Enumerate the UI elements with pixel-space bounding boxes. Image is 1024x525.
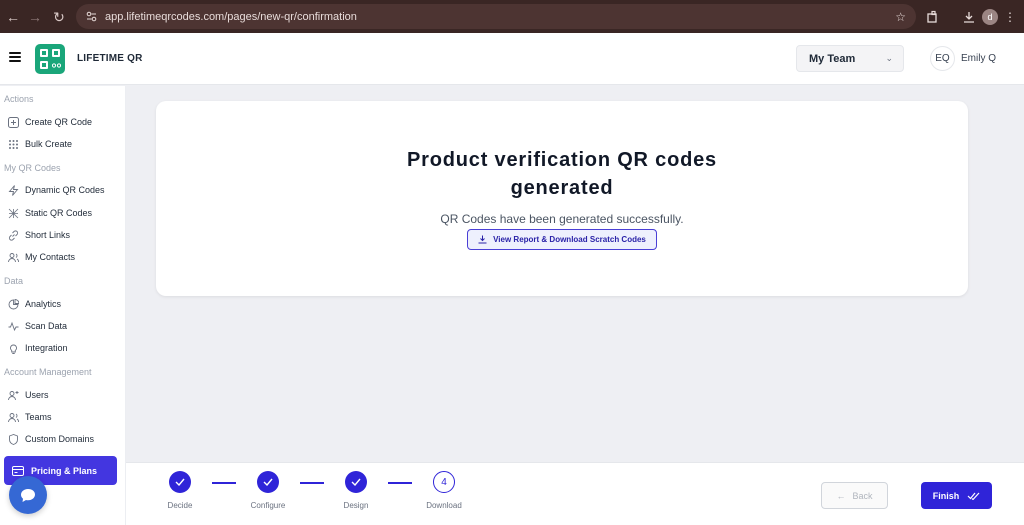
- wizard-footer: Decide Configure Design 4 Download ← Bac…: [126, 462, 1024, 525]
- sidebar-item-label: Static QR Codes: [25, 208, 93, 218]
- sidebar-item-scan-data[interactable]: Scan Data: [8, 318, 67, 334]
- browser-profile-avatar[interactable]: d: [982, 8, 998, 25]
- page-title: Product verification QR codes generated: [156, 146, 968, 202]
- step-label: Configure: [250, 501, 286, 510]
- brand-name: LIFETIME QR: [77, 53, 143, 64]
- sidebar-item-label: Short Links: [25, 230, 71, 240]
- star-icon[interactable]: ☆: [895, 10, 906, 24]
- finish-button-label: Finish: [932, 490, 960, 501]
- back-button[interactable]: ← Back: [821, 482, 888, 509]
- step-label: Design: [343, 501, 369, 510]
- forward-arrow-icon[interactable]: →: [22, 4, 48, 30]
- sidebar-item-short-links[interactable]: Short Links: [8, 227, 70, 243]
- step-label: Decide: [167, 501, 193, 510]
- address-bar[interactable]: app.lifetimeqrcodes.com/pages/new-qr/con…: [76, 4, 916, 29]
- sidebar-item-teams[interactable]: Teams: [8, 409, 52, 425]
- activity-icon: [8, 321, 19, 332]
- sidebar-item-label: Create QR Code: [25, 117, 93, 127]
- reload-icon[interactable]: ↻: [46, 4, 72, 30]
- contacts-icon: [8, 252, 19, 263]
- plus-square-icon: [8, 116, 19, 128]
- grid-dots-icon: [8, 139, 19, 150]
- users-icon: [8, 412, 19, 423]
- confirmation-card: Product verification QR codes generated …: [156, 101, 968, 296]
- chevron-down-icon: ⌄: [885, 53, 893, 63]
- user-plus-icon: [8, 390, 19, 401]
- shield-icon: [8, 433, 19, 445]
- step-decide[interactable]: Decide: [150, 471, 210, 510]
- credit-card-icon: [12, 465, 24, 476]
- team-select[interactable]: My Team ⌄: [796, 45, 904, 72]
- sidebar-item-bulk-create[interactable]: Bulk Create: [8, 136, 72, 152]
- browser-menu-icon[interactable]: ⋮: [1004, 10, 1016, 24]
- success-message: QR Codes have been generated successfull…: [440, 212, 684, 226]
- sidebar-item-static-qr-codes[interactable]: Static QR Codes: [8, 205, 92, 221]
- step-connector: [300, 482, 324, 484]
- app-header: LIFETIME QR My Team ⌄ EQ Emily Q: [0, 33, 1024, 85]
- sidebar-item-label: Dynamic QR Codes: [25, 185, 105, 195]
- site-settings-icon[interactable]: [86, 11, 97, 22]
- sidebar-item-label: Scan Data: [25, 321, 68, 331]
- extensions-icon[interactable]: [926, 10, 940, 24]
- step-configure[interactable]: Configure: [238, 471, 298, 510]
- chat-button[interactable]: [9, 476, 47, 514]
- sidebar-section-actions: Actions: [4, 94, 34, 104]
- sidebar-item-label: Bulk Create: [25, 139, 73, 149]
- sidebar-section-account-management: Account Management: [4, 367, 92, 377]
- step-complete-check-icon: [345, 471, 367, 493]
- sidebar-item-my-contacts[interactable]: My Contacts: [8, 249, 75, 265]
- sidebar-item-custom-domains[interactable]: Custom Domains: [8, 431, 94, 447]
- pricing-plans-label: Pricing & Plans: [31, 465, 98, 476]
- url-text: app.lifetimeqrcodes.com/pages/new-qr/con…: [105, 10, 357, 23]
- back-button-label: Back: [852, 490, 873, 501]
- sidebar-item-analytics[interactable]: Analytics: [8, 296, 61, 312]
- view-report-download-button[interactable]: View Report & Download Scratch Codes: [467, 229, 657, 250]
- static-icon: [8, 208, 19, 219]
- view-report-download-label: View Report & Download Scratch Codes: [493, 235, 646, 244]
- download-icon: [478, 235, 487, 244]
- link-icon: [8, 230, 19, 241]
- user-name[interactable]: Emily Q: [961, 53, 996, 64]
- finish-button[interactable]: Finish: [921, 482, 992, 509]
- step-number: 4: [433, 471, 455, 493]
- step-complete-check-icon: [169, 471, 191, 493]
- title-line-2: generated: [510, 177, 614, 199]
- sidebar-item-label: Teams: [25, 412, 52, 422]
- sidebar-item-integration[interactable]: Integration: [8, 340, 68, 356]
- step-design[interactable]: Design: [326, 471, 386, 510]
- hamburger-menu-icon[interactable]: [9, 52, 21, 62]
- step-label: Download: [426, 501, 462, 510]
- download-icon[interactable]: [962, 10, 976, 24]
- sidebar-item-users[interactable]: Users: [8, 387, 49, 403]
- sidebar-item-label: Integration: [25, 343, 68, 353]
- step-connector: [212, 482, 236, 484]
- lifetime-qr-logo[interactable]: [35, 44, 65, 74]
- arrow-left-icon: ←: [836, 490, 846, 501]
- chat-bubble-icon: [21, 488, 35, 502]
- lightbulb-icon: [8, 343, 19, 354]
- sidebar-item-label: My Contacts: [25, 252, 76, 262]
- lightning-icon: [8, 184, 19, 196]
- user-avatar[interactable]: EQ: [930, 46, 955, 71]
- title-line-1: Product verification QR codes: [407, 149, 717, 171]
- pie-chart-icon: [8, 298, 19, 310]
- sidebar: Actions Create QR Code Bulk Create My QR…: [0, 86, 126, 525]
- browser-toolbar: ← → ↻ app.lifetimeqrcodes.com/pages/new-…: [0, 0, 1024, 33]
- sidebar-item-create-qr-code[interactable]: Create QR Code: [8, 114, 92, 130]
- sidebar-section-data: Data: [4, 276, 24, 286]
- sidebar-item-label: Users: [25, 390, 49, 400]
- team-select-value: My Team: [809, 52, 856, 65]
- double-check-icon: [967, 492, 980, 500]
- sidebar-section-my-qr-codes: My QR Codes: [4, 163, 61, 173]
- step-download[interactable]: 4 Download: [414, 471, 474, 510]
- sidebar-item-label: Custom Domains: [25, 434, 95, 444]
- step-connector: [388, 482, 412, 484]
- sidebar-item-label: Analytics: [25, 299, 62, 309]
- sidebar-item-dynamic-qr-codes[interactable]: Dynamic QR Codes: [8, 182, 105, 198]
- step-complete-check-icon: [257, 471, 279, 493]
